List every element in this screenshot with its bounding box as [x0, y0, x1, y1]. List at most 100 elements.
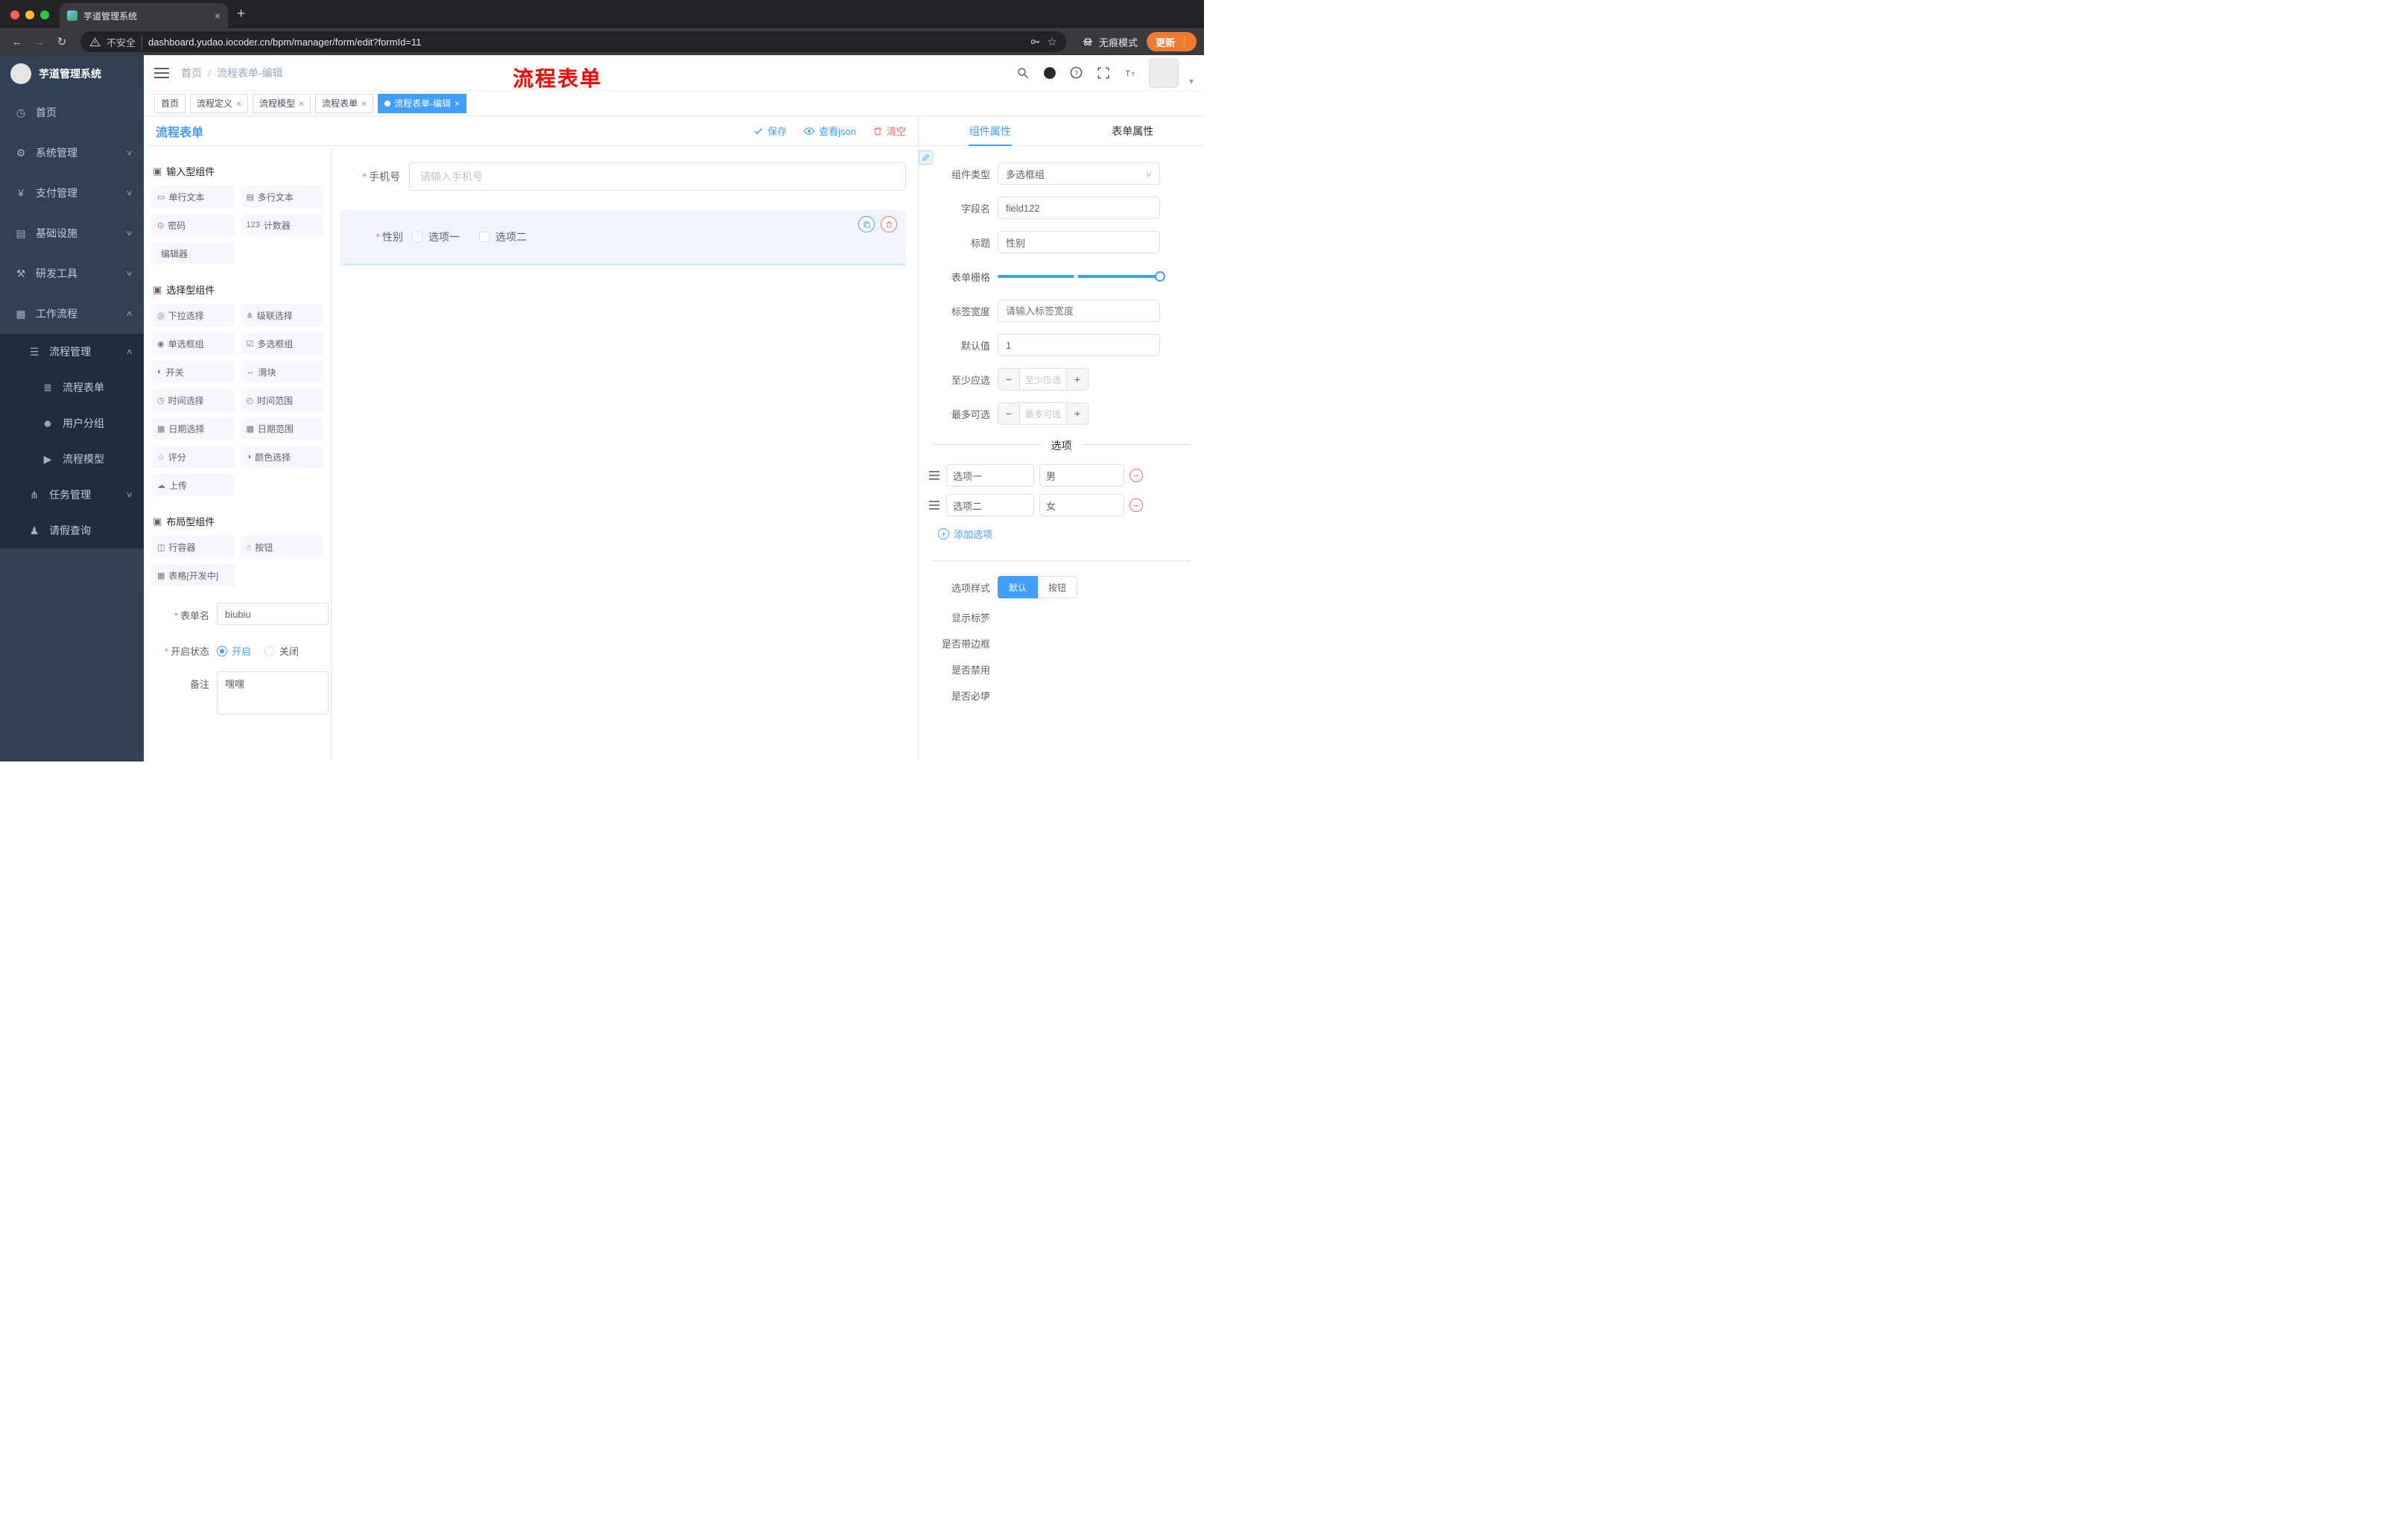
status-on-radio[interactable]: 开启: [217, 644, 251, 658]
font-size-icon[interactable]: TT: [1122, 65, 1138, 81]
tag-process-definition[interactable]: 流程定义: [190, 93, 249, 113]
reload-icon[interactable]: [52, 35, 72, 48]
sidebar-item-process-form[interactable]: ≣ 流程表单: [0, 370, 144, 405]
gender-option-2-checkbox[interactable]: 选项二: [479, 229, 527, 244]
new-tab-button[interactable]: [237, 6, 245, 22]
palette-item-color-picker[interactable]: ◑ 颜色选择: [240, 446, 323, 468]
copy-widget-button[interactable]: [858, 216, 875, 232]
decrease-button[interactable]: [998, 369, 1019, 390]
update-button[interactable]: 更新: [1146, 32, 1197, 51]
increase-button[interactable]: [1067, 403, 1088, 424]
palette-item-slider[interactable]: ↔ 滑块: [240, 361, 323, 383]
option-value-input[interactable]: [1039, 494, 1124, 516]
add-option-button[interactable]: 添加选项: [938, 527, 1204, 541]
default-value-input[interactable]: [998, 334, 1160, 356]
fullscreen-icon[interactable]: [1095, 65, 1112, 81]
sidebar-item-process-model[interactable]: ▶ 流程模型: [0, 441, 144, 477]
sidebar-item-system[interactable]: ⚙ 系统管理: [0, 133, 144, 173]
back-icon[interactable]: [7, 36, 27, 48]
sidebar-item-leave-query[interactable]: ♟ 请假查询: [0, 513, 144, 548]
option-style-default-button[interactable]: 默认: [998, 576, 1039, 598]
window-minimize-button[interactable]: [25, 10, 34, 19]
drag-handle-icon[interactable]: [929, 504, 940, 506]
phone-input[interactable]: [409, 162, 906, 191]
tab-close-icon[interactable]: [215, 10, 221, 22]
palette-item-table[interactable]: ▦ 表格[开发中]: [151, 564, 235, 586]
palette-item-dropdown-select[interactable]: ◎ 下拉选择: [151, 304, 235, 326]
view-json-button[interactable]: 查看json: [803, 124, 856, 138]
clear-button[interactable]: 清空: [872, 124, 906, 138]
tag-process-form-edit[interactable]: 流程表单-编辑: [378, 93, 467, 113]
key-icon[interactable]: [1030, 36, 1042, 48]
bookmark-star-icon[interactable]: [1048, 35, 1057, 48]
tag-process-form[interactable]: 流程表单: [315, 93, 374, 113]
status-off-radio[interactable]: 关闭: [264, 644, 299, 658]
phone-field-row[interactable]: 手机号: [340, 162, 906, 191]
window-close-button[interactable]: [10, 10, 19, 19]
remove-option-button[interactable]: [1129, 498, 1143, 512]
save-button[interactable]: 保存: [753, 124, 787, 138]
browser-tab[interactable]: 芋道管理系统: [60, 3, 228, 28]
palette-item-time-picker[interactable]: ◷ 时间选择: [151, 389, 235, 411]
window-zoom-button[interactable]: [40, 10, 49, 19]
palette-item-checkbox-group[interactable]: ☑ 多选框组: [240, 332, 323, 355]
avatar-caret-icon[interactable]: [1189, 76, 1194, 86]
palette-item-rate[interactable]: ☆ 评分: [151, 446, 235, 468]
tag-close-icon[interactable]: [299, 98, 304, 109]
sidebar-item-payment[interactable]: ¥ 支付管理: [0, 173, 144, 213]
browser-menu-icon[interactable]: [1179, 36, 1189, 48]
security-label[interactable]: 不安全: [107, 34, 143, 49]
link-icon[interactable]: [919, 151, 933, 165]
palette-item-single-line-text[interactable]: ▭ 单行文本: [151, 186, 235, 208]
tab-component-props[interactable]: 组件属性: [919, 116, 1062, 145]
max-select-value[interactable]: 最多可选: [1019, 403, 1067, 424]
palette-item-radio-group[interactable]: ◉ 单选框组: [151, 332, 235, 355]
sidebar-item-user-group[interactable]: ☻ 用户分组: [0, 405, 144, 441]
forward-icon[interactable]: [30, 36, 49, 48]
tag-close-icon[interactable]: [454, 98, 460, 109]
sidebar-item-devtools[interactable]: ⚒ 研发工具: [0, 253, 144, 294]
increase-button[interactable]: [1067, 369, 1088, 390]
palette-item-row-container[interactable]: ◫ 行容器: [151, 536, 235, 558]
field-name-input[interactable]: [998, 197, 1160, 219]
grid-slider[interactable]: [998, 265, 1165, 288]
tag-close-icon[interactable]: [361, 98, 367, 109]
gender-field-widget-selected[interactable]: 性别 选项一 选项二: [340, 210, 906, 265]
min-select-value[interactable]: 至少应选: [1019, 369, 1067, 390]
palette-item-editor[interactable]: 编辑器: [151, 242, 235, 265]
sidebar-item-infra[interactable]: ▤ 基础设施: [0, 213, 144, 253]
drag-handle-icon[interactable]: [929, 475, 940, 476]
palette-item-button[interactable]: ☝ 按钮: [240, 536, 323, 558]
title-input[interactable]: [998, 231, 1160, 253]
user-avatar[interactable]: [1148, 57, 1179, 88]
tag-close-icon[interactable]: [236, 98, 241, 109]
breadcrumb-home[interactable]: 首页: [181, 66, 202, 80]
form-name-input[interactable]: [217, 603, 329, 625]
palette-item-switch[interactable]: ◐ 开关: [151, 361, 235, 383]
tag-home[interactable]: 首页: [154, 93, 186, 113]
github-icon[interactable]: [1042, 65, 1058, 81]
form-canvas[interactable]: 手机号 性别 选项一 选项二: [332, 146, 918, 762]
address-bar[interactable]: 不安全 dashboard.yudao.iocoder.cn/bpm/manag…: [80, 31, 1066, 52]
hamburger-icon[interactable]: [154, 67, 169, 78]
decrease-button[interactable]: [998, 403, 1019, 424]
tag-process-model[interactable]: 流程模型: [253, 93, 311, 113]
palette-item-date-range[interactable]: ▩ 日期范围: [240, 417, 323, 440]
help-icon[interactable]: ?: [1068, 65, 1085, 81]
sidebar-item-process-management[interactable]: ☰ 流程管理: [0, 334, 144, 370]
sidebar-item-task-management[interactable]: ⋔ 任务管理: [0, 477, 144, 513]
gender-option-1-checkbox[interactable]: 选项一: [412, 229, 460, 244]
remove-option-button[interactable]: [1129, 469, 1143, 482]
palette-item-cascade-select[interactable]: ⋔ 级联选择: [240, 304, 323, 326]
palette-item-upload[interactable]: ☁ 上传: [151, 474, 235, 496]
form-remark-textarea[interactable]: 嘿嘿: [217, 671, 329, 715]
option-value-input[interactable]: [1039, 464, 1124, 487]
palette-item-multi-line-text[interactable]: ▤ 多行文本: [240, 186, 323, 208]
label-width-input[interactable]: [998, 300, 1160, 322]
tab-form-props[interactable]: 表单属性: [1062, 116, 1205, 145]
option-label-input[interactable]: [946, 464, 1034, 487]
sidebar-item-workflow[interactable]: ▦ 工作流程: [0, 294, 144, 334]
component-type-select[interactable]: 多选框组: [998, 162, 1160, 185]
option-style-button-button[interactable]: 按钮: [1038, 576, 1078, 598]
slider-handle[interactable]: [1155, 271, 1165, 282]
